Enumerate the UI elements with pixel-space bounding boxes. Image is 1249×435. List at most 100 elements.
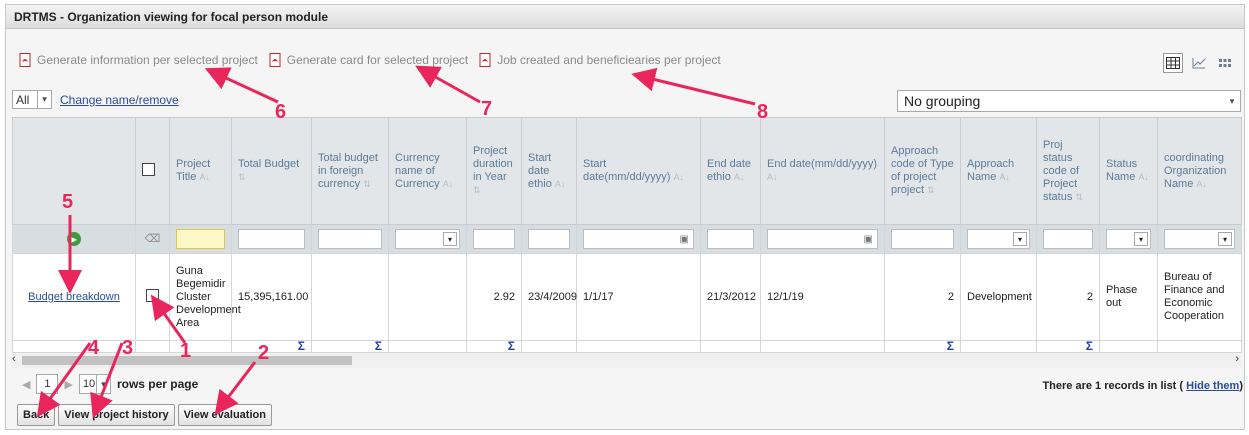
header-end-date[interactable]: End date(mm/dd/yyyy) A↓	[760, 117, 885, 225]
header-total-budget[interactable]: Total Budget ⇅	[231, 117, 312, 225]
records-close: )	[1239, 380, 1243, 392]
view-project-history-button[interactable]: View project history	[58, 404, 175, 426]
chevron-down-icon: ▾	[37, 91, 51, 108]
header-org-name[interactable]: coordinating Organization Name A↓	[1157, 117, 1242, 225]
sort-az-icon: A↓	[199, 172, 210, 182]
filter-title-input[interactable]	[176, 229, 225, 249]
all-select[interactable]: All ▾	[12, 90, 52, 109]
filter-start-ethio-input[interactable]	[528, 229, 570, 249]
header-label: Currency name of Currency	[395, 151, 440, 190]
row-checkbox[interactable]	[146, 288, 159, 302]
header-label: Status Name	[1106, 158, 1138, 183]
page-number-input[interactable]: 1	[36, 374, 59, 394]
filter-duration-input[interactable]	[473, 229, 515, 249]
calendar-icon[interactable]: ▣	[864, 233, 873, 246]
filter-approach-code-input[interactable]	[891, 229, 954, 249]
scroll-right-icon[interactable]: ›	[1235, 353, 1239, 365]
rows-per-page-value: 10	[82, 378, 96, 390]
header-start-date[interactable]: Start date(mm/dd/yyyy) A↓	[576, 117, 701, 225]
cell-approach-name: Development	[960, 253, 1037, 341]
filter-apply-cell: ▶	[12, 224, 136, 254]
records-text: There are 1 records in list (	[1042, 380, 1184, 392]
select-all-checkbox[interactable]	[142, 162, 155, 176]
eraser-icon[interactable]: ⌫	[145, 233, 161, 245]
chart-view-icon[interactable]	[1189, 53, 1209, 73]
sum-status-code: Σ	[1036, 340, 1100, 353]
generate-card-link[interactable]: Generate card for selected project	[268, 53, 468, 67]
job-created-link[interactable]: Job created and beneficiearies per proje…	[478, 53, 721, 67]
filter-status-name-select[interactable]: ▾	[1106, 229, 1151, 249]
change-name-link[interactable]: Change name/remove	[60, 93, 179, 107]
chevron-down-icon: ▾	[1134, 232, 1148, 246]
filter-foreign-cell	[311, 224, 389, 254]
annotation-5: 5	[62, 191, 74, 213]
header-project-title[interactable]: Project Title A↓	[169, 117, 232, 225]
next-page-icon[interactable]: ▶	[64, 378, 72, 391]
grouping-select[interactable]: No grouping ▾	[897, 90, 1241, 112]
hide-records-link[interactable]: Hide them	[1186, 380, 1239, 392]
annotation-2: 2	[258, 342, 270, 364]
chevron-down-icon: ▾	[443, 232, 457, 246]
cell-end-date: 12/1/19	[760, 253, 885, 341]
sum-row: Σ Σ Σ Σ Σ	[12, 340, 1242, 353]
header-approach-code[interactable]: Approach code of Type of project project…	[884, 117, 961, 225]
header-approach-name[interactable]: Approach Name A↓	[960, 117, 1037, 225]
rows-per-page-select[interactable]: 10 ▾	[78, 374, 111, 394]
filter-clear-cell: ⌫	[135, 224, 170, 254]
sum-duration: Σ	[466, 340, 522, 353]
chevron-down-icon: ▾	[1218, 232, 1232, 246]
annotation-7: 7	[481, 98, 493, 120]
header-foreign-budget[interactable]: Total budget in foreign currency ⇅	[311, 117, 389, 225]
header-end-ethio[interactable]: End date ethio A↓	[700, 117, 761, 225]
prev-page-icon[interactable]: ◀	[22, 378, 30, 391]
cell-start-date: 1/1/17	[576, 253, 701, 341]
sort-az-icon: A↓	[554, 178, 566, 189]
cell-status-code: 2	[1036, 253, 1100, 341]
sort-az-icon: A↓	[733, 172, 745, 182]
header-status-code[interactable]: Proj status code of Project status ⇅	[1036, 117, 1100, 225]
filter-approach-name-select[interactable]: ▾	[967, 229, 1030, 249]
view-evaluation-button[interactable]: View evaluation	[177, 404, 272, 426]
cell-approach-code: 2	[884, 253, 961, 341]
filter-end-date-input[interactable]: ▣	[767, 229, 878, 249]
cell-duration: 2.92	[466, 253, 522, 341]
filter-end-ethio-input[interactable]	[707, 229, 754, 249]
filter-row: ▶ ⌫ ▾ ▣ ▣ ▾ ▾ ▾	[12, 224, 1242, 254]
projects-table: Project Title A↓ Total Budget ⇅ Total bu…	[12, 117, 1242, 353]
horizontal-scrollbar[interactable]: ‹ ›	[12, 353, 1241, 368]
filter-start-date-input[interactable]: ▣	[583, 229, 694, 249]
annotation-4: 4	[88, 337, 100, 359]
header-label: End date(mm/dd/yyyy)	[767, 158, 878, 170]
filter-title-cell	[169, 224, 232, 254]
annotation-3: 3	[122, 337, 134, 359]
back-button[interactable]: Back	[17, 404, 56, 426]
calendar-icon[interactable]: ▣	[680, 233, 689, 246]
annotation-8: 8	[757, 101, 769, 123]
filter-duration-cell	[466, 224, 522, 254]
sort-num-icon: ⇅	[473, 185, 481, 195]
filter-currency-select[interactable]: ▾	[395, 229, 460, 249]
filter-budget-input[interactable]	[238, 229, 305, 249]
cell-currency	[388, 253, 467, 341]
filter-currency-cell: ▾	[388, 224, 467, 254]
filter-foreign-input[interactable]	[318, 229, 382, 249]
job-created-label: Job created and beneficiearies per proje…	[497, 53, 721, 67]
cell-end-ethio: 21/3/2012	[700, 253, 761, 341]
header-duration[interactable]: Project duration in Year ⇅	[466, 117, 522, 225]
grid-view-icon[interactable]	[1163, 53, 1183, 73]
scroll-left-icon[interactable]: ‹	[12, 353, 16, 365]
budget-breakdown-link[interactable]: Budget breakdown	[28, 291, 120, 303]
report-links-bar: Generate information per selected projec…	[18, 53, 721, 67]
header-start-ethio[interactable]: Start date ethio A↓	[521, 117, 577, 225]
sort-az-icon: A↓	[767, 172, 778, 182]
filter-org-select[interactable]: ▾	[1164, 229, 1235, 249]
generate-info-link[interactable]: Generate information per selected projec…	[18, 53, 258, 67]
chevron-down-icon: ▾	[95, 375, 110, 393]
filter-status-code-input[interactable]	[1043, 229, 1093, 249]
tile-view-icon[interactable]	[1215, 53, 1235, 73]
header-currency[interactable]: Currency name of Currency A↓	[388, 117, 467, 225]
table-row[interactable]: Budget breakdown Guna Begemidir Cluster …	[12, 253, 1242, 341]
header-status-name[interactable]: Status Name A↓	[1099, 117, 1158, 225]
cell-org-name: Bureau of Finance and Economic Cooperati…	[1157, 253, 1242, 341]
play-icon[interactable]: ▶	[67, 232, 81, 246]
